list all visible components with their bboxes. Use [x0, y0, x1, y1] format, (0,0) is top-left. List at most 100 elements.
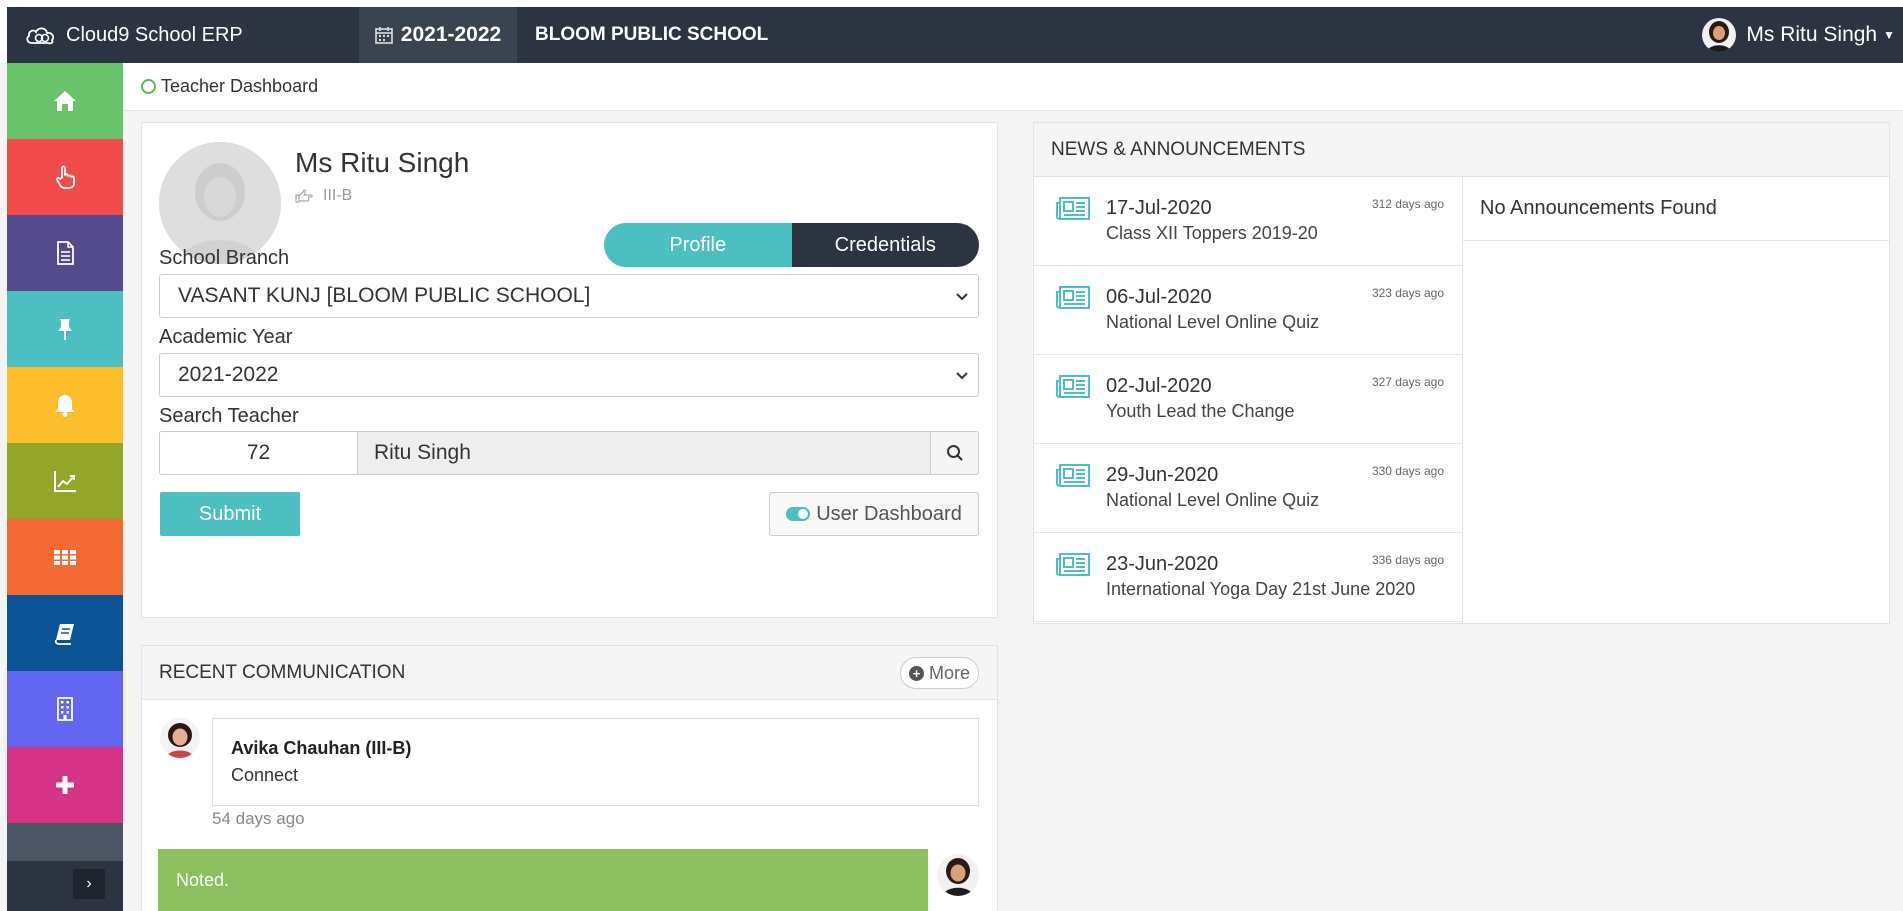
academic-year-value: 2021-2022 — [178, 363, 279, 386]
plus-icon — [56, 776, 74, 794]
news-date: 06-Jul-2020 — [1106, 286, 1212, 308]
profile-class: III-B — [295, 187, 352, 205]
chevron-right-icon: › — [86, 875, 92, 892]
news-ago: 336 days ago — [1371, 553, 1444, 567]
news-ago: 327 days ago — [1371, 375, 1444, 389]
more-label: More — [928, 662, 970, 683]
message-text: Connect — [231, 765, 299, 785]
newspaper-icon — [1056, 464, 1090, 487]
news-announcements-header: NEWS & ANNOUNCEMENTS — [1034, 123, 1889, 177]
recent-communication-header: RECENT COMMUNICATION + More — [142, 646, 997, 700]
sidebar-item-add[interactable] — [7, 747, 123, 823]
user-menu[interactable]: Ms Ritu Singh ▼ — [1702, 18, 1903, 52]
news-item[interactable]: 06-Jul-2020 National Level Online Quiz 3… — [1034, 266, 1462, 355]
document-icon — [57, 241, 74, 265]
newspaper-icon — [1056, 286, 1090, 309]
user-dashboard-button[interactable]: User Dashboard — [769, 492, 979, 536]
teacher-id-input[interactable]: 72 — [160, 432, 358, 474]
search-button[interactable] — [930, 432, 978, 474]
reply-bubble[interactable]: Noted. — [158, 849, 928, 911]
news-title: Youth Lead the Change — [1106, 401, 1295, 421]
home-icon — [54, 91, 76, 111]
news-title: International Yoga Day 21st June 2020 — [1106, 579, 1416, 599]
sidebar-spacer — [7, 823, 123, 861]
profile-class-label: III-B — [323, 187, 353, 204]
sidebar-item-timetable[interactable] — [7, 519, 123, 595]
brand[interactable]: Cloud9 School ERP — [7, 7, 359, 63]
user-avatar — [1702, 18, 1737, 52]
news-item[interactable]: 29-Jun-2020 National Level Online Quiz 3… — [1034, 444, 1462, 533]
reply-avatar — [937, 854, 979, 896]
news-item[interactable]: 17-Jul-2020 Class XII Toppers 2019-20 31… — [1034, 177, 1462, 266]
school-branch-select[interactable]: VASANT KUNJ [BLOOM PUBLIC SCHOOL] — [159, 274, 979, 318]
caret-down-icon: ▼ — [1883, 28, 1895, 42]
profile-name: Ms Ritu Singh — [295, 147, 470, 178]
profile-tabs: Profile Credentials — [604, 223, 979, 267]
sidebar-item-attendance[interactable] — [7, 139, 123, 215]
news-title: Class XII Toppers 2019-20 — [1106, 223, 1318, 243]
sidebar-item-library[interactable] — [7, 595, 123, 671]
newspaper-icon — [1056, 553, 1090, 576]
academic-year-label: 2021-2022 — [400, 23, 502, 46]
news-date: 17-Jul-2020 — [1106, 197, 1212, 219]
school-branch-value: VASANT KUNJ [BLOOM PUBLIC SCHOOL] — [178, 284, 591, 307]
news-item[interactable]: 23-Jun-2020 International Yoga Day 21st … — [1034, 533, 1462, 622]
top-navbar-inner: Cloud9 School ERP 2021-2022 BLOOM PUBLIC… — [7, 7, 1903, 63]
top-navbar: Cloud9 School ERP 2021-2022 BLOOM PUBLIC… — [0, 0, 1903, 63]
newspaper-icon — [1056, 375, 1090, 398]
hand-point-right-icon — [295, 189, 313, 203]
breadcrumb-label: Teacher Dashboard — [161, 76, 319, 96]
sidebar-item-home[interactable] — [7, 63, 123, 139]
breadcrumb: Teacher Dashboard — [123, 63, 1903, 111]
sidebar-item-notifications[interactable] — [7, 367, 123, 443]
profile-photo — [159, 142, 281, 264]
plus-circle-icon: + — [908, 665, 924, 681]
message-time: 54 days ago — [212, 809, 305, 828]
user-dashboard-label: User Dashboard — [816, 502, 962, 525]
pin-icon — [58, 319, 72, 340]
submit-button[interactable]: Submit — [160, 492, 300, 536]
news-date: 23-Jun-2020 — [1106, 553, 1219, 575]
news-title: National Level Online Quiz — [1106, 312, 1320, 332]
sidebar-item-documents[interactable] — [7, 215, 123, 291]
news-item[interactable]: 02-Jul-2020 Youth Lead the Change 327 da… — [1034, 355, 1462, 444]
news-title: National Level Online Quiz — [1106, 490, 1320, 510]
newspaper-icon — [1056, 197, 1090, 220]
sidebar-item-notice[interactable] — [7, 291, 123, 367]
tab-profile[interactable]: Profile — [604, 223, 792, 267]
news-announcements-title: NEWS & ANNOUNCEMENTS — [1051, 138, 1306, 160]
message-sender: Avika Chauhan (III-B) — [231, 738, 412, 758]
circle-outline-icon — [141, 79, 156, 94]
grid-icon — [54, 550, 76, 565]
news-date: 02-Jul-2020 — [1106, 375, 1212, 397]
book-icon — [54, 624, 74, 645]
brand-name: Cloud9 School ERP — [66, 23, 243, 46]
academic-year-label: Academic Year — [159, 326, 293, 348]
news-ago: 330 days ago — [1371, 464, 1444, 478]
search-teacher-group: 72 Ritu Singh — [159, 431, 979, 475]
chart-line-icon — [54, 471, 76, 492]
bell-icon — [55, 395, 75, 417]
toggle-on-icon — [786, 507, 811, 521]
message-bubble[interactable]: Avika Chauhan (III-B) Connect — [212, 718, 979, 806]
sender-avatar — [160, 718, 200, 758]
academic-year-selector[interactable]: 2021-2022 — [359, 7, 517, 63]
academic-year-select[interactable]: 2021-2022 — [159, 353, 979, 397]
sidebar-expand-button[interactable]: › — [73, 869, 105, 899]
news-date: 29-Jun-2020 — [1106, 464, 1219, 486]
calendar-icon — [374, 27, 393, 44]
sidebar-item-institution[interactable] — [7, 671, 123, 747]
recent-communication-title: RECENT COMMUNICATION — [159, 661, 406, 683]
news-ago: 323 days ago — [1371, 286, 1444, 300]
news-list: 17-Jul-2020 Class XII Toppers 2019-20 31… — [1034, 177, 1462, 622]
profile-panel: Ms Ritu Singh III-B Profile Credentials … — [141, 122, 998, 618]
more-button[interactable]: + More — [899, 657, 979, 689]
tab-credentials[interactable]: Credentials — [791, 223, 979, 267]
sidebar-item-reports[interactable] — [7, 443, 123, 519]
cloud-logo-icon — [26, 27, 55, 45]
no-announcements-message: No Announcements Found — [1463, 177, 1889, 241]
reply-text: Noted. — [176, 870, 230, 890]
teacher-name-input[interactable]: Ritu Singh — [358, 432, 930, 474]
search-teacher-label: Search Teacher — [159, 405, 299, 427]
news-announcements-panel: NEWS & ANNOUNCEMENTS 17-Jul-2020 Class X… — [1033, 122, 1890, 624]
